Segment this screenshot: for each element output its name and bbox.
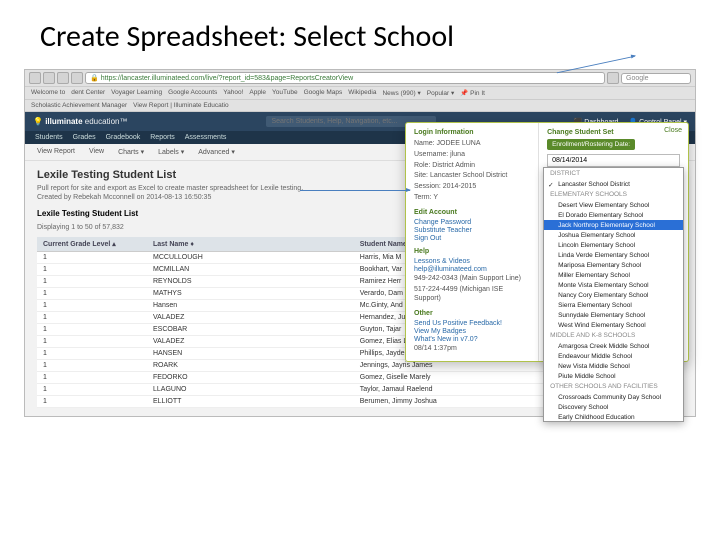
submenu-item[interactable]: View Report xyxy=(37,148,75,156)
dropdown-item[interactable]: Early Childhood Education xyxy=(544,412,683,422)
submenu-item[interactable]: Charts ▾ xyxy=(118,148,144,156)
whatsnew-link[interactable]: What's New in v7.0? xyxy=(414,336,530,343)
dropdown-item[interactable]: New Vista Middle School xyxy=(544,361,683,371)
back-button[interactable] xyxy=(29,72,41,84)
login-term: Term: Y xyxy=(414,193,530,203)
change-password-link[interactable]: Change Password xyxy=(414,219,530,226)
login-role: Role: District Admin xyxy=(414,161,530,171)
bookmark-item[interactable]: Popular ▾ xyxy=(427,89,454,97)
logo: 💡 illuminate education™ xyxy=(33,117,127,126)
menu-item[interactable]: Students xyxy=(35,134,63,141)
login-username: Username: jluna xyxy=(414,150,530,160)
dropdown-item[interactable]: Sierra Elementary School xyxy=(544,300,683,310)
enroll-label: Enrollment/Rostering Date: xyxy=(547,139,635,150)
dropdown-header: DISTRICT xyxy=(544,168,683,179)
slide-title: Create Spreadsheet: Select School xyxy=(0,0,720,69)
dropdown-item[interactable]: Lincoln Elementary School xyxy=(544,240,683,250)
bookmark-item[interactable]: Voyager Learning xyxy=(111,89,162,97)
menu-item[interactable]: Reports xyxy=(150,134,175,141)
bookmark-item[interactable]: 📌 Pin It xyxy=(460,89,485,97)
browser-window: 🔒https://lancaster.illuminateed.com/live… xyxy=(24,69,696,417)
other-header: Other xyxy=(414,310,530,317)
dropdown-item[interactable]: Desert View Elementary School xyxy=(544,200,683,210)
forward-button[interactable] xyxy=(43,72,55,84)
date-input[interactable] xyxy=(547,154,680,167)
dropdown-item[interactable]: West Wind Elementary School xyxy=(544,320,683,330)
dropdown-item[interactable]: Miller Elementary School xyxy=(544,270,683,280)
display-count: Displaying 1 to 50 of 57,832 xyxy=(37,224,124,231)
login-info-header: Login Information xyxy=(414,129,530,136)
school-dropdown[interactable]: DISTRICTLancaster School DistrictELEMENT… xyxy=(543,167,684,422)
url-text: https://lancaster.illuminateed.com/live/… xyxy=(101,75,353,82)
bookmark-item[interactable]: News (990) ▾ xyxy=(382,89,420,97)
menu-item[interactable]: Gradebook xyxy=(106,134,141,141)
help-header: Help xyxy=(414,248,530,255)
dropdown-item[interactable]: Lancaster School District xyxy=(544,179,683,189)
bookmark-item[interactable]: Google Maps xyxy=(304,89,343,97)
bookmark-item[interactable]: YouTube xyxy=(272,89,298,97)
dropdown-item[interactable]: Mariposa Elementary School xyxy=(544,260,683,270)
lessons-link[interactable]: Lessons & Videos xyxy=(414,258,530,265)
reload-button[interactable] xyxy=(607,72,619,84)
dropdown-item[interactable]: Joshua Elementary School xyxy=(544,230,683,240)
feedback-link[interactable]: Send Us Positive Feedback! xyxy=(414,320,530,327)
login-name: Name: JODEE LUNA xyxy=(414,139,530,149)
dropdown-item[interactable]: Endeavour Middle School xyxy=(544,351,683,361)
add-button[interactable] xyxy=(71,72,83,84)
dropdown-item[interactable]: Sunnydale Elementary School xyxy=(544,310,683,320)
menu-item[interactable]: Assessments xyxy=(185,134,227,141)
dropdown-item[interactable]: Amargosa Creek Middle School xyxy=(544,341,683,351)
col-grade[interactable]: Current Grade Level ▴ xyxy=(37,237,147,252)
help-email[interactable]: help@illuminateed.com xyxy=(414,266,530,273)
dropdown-item[interactable]: Piute Middle School xyxy=(544,371,683,381)
tab-item[interactable]: Scholastic Achievement Manager xyxy=(31,102,127,109)
badges-link[interactable]: View My Badges xyxy=(414,328,530,335)
bookmark-item[interactable]: Yahoo! xyxy=(223,89,243,97)
dropdown-item[interactable]: Nancy Cory Elementary School xyxy=(544,290,683,300)
dropdown-header: ELEMENTARY SCHOOLS xyxy=(544,189,683,200)
url-bar[interactable]: 🔒https://lancaster.illuminateed.com/live… xyxy=(85,72,605,84)
dropdown-item[interactable]: Discovery School xyxy=(544,402,683,412)
browser-search[interactable]: Google xyxy=(621,73,691,84)
dropdown-item[interactable]: El Dorado Elementary School xyxy=(544,210,683,220)
menu-item[interactable]: Grades xyxy=(73,134,96,141)
bookmark-item[interactable]: Google Accounts xyxy=(168,89,217,97)
login-session: Session: 2014-2015 xyxy=(414,182,530,192)
submenu-item[interactable]: View xyxy=(89,148,104,156)
tab-item[interactable]: View Report | Illuminate Educatio xyxy=(133,102,229,109)
edit-account-header: Edit Account xyxy=(414,209,530,216)
submenu-item[interactable]: Advanced ▾ xyxy=(198,148,235,156)
phone2: 517-224-4499 (Michigan ISE Support) xyxy=(414,285,530,305)
col-lastname[interactable]: Last Name ♦ xyxy=(147,237,354,252)
bookmark-item[interactable]: Wikipedia xyxy=(348,89,376,97)
phone1: 949-242-0343 (Main Support Line) xyxy=(414,274,530,284)
bookmarks-bar: Welcome to dent Center Voyager Learning Goo… xyxy=(25,87,695,100)
dropdown-item[interactable]: Monte Vista Elementary School xyxy=(544,280,683,290)
dropdown-header: OTHER SCHOOLS AND FACILITIES xyxy=(544,381,683,392)
substitute-link[interactable]: Substitute Teacher xyxy=(414,227,530,234)
bookmark-item[interactable]: dent Center xyxy=(71,89,105,97)
annotation-arrow xyxy=(300,190,410,191)
change-set-header: Change Student Set xyxy=(547,129,680,136)
browser-toolbar: 🔒https://lancaster.illuminateed.com/live… xyxy=(25,70,695,87)
time: 08/14 1:37pm xyxy=(414,344,530,354)
tabs-bar: Scholastic Achievement Manager View Repor… xyxy=(25,100,695,112)
dropdown-item[interactable]: Linda Verde Elementary School xyxy=(544,250,683,260)
submenu-item[interactable]: Labels ▾ xyxy=(158,148,184,156)
login-site: Site: Lancaster School District xyxy=(414,171,530,181)
bookmark-item[interactable]: Apple xyxy=(249,89,266,97)
dropdown-header: MIDDLE AND K-8 SCHOOLS xyxy=(544,330,683,341)
signout-link[interactable]: Sign Out xyxy=(414,235,530,242)
dropdown-item[interactable]: Jack Northrop Elementary School xyxy=(544,220,683,230)
home-button[interactable] xyxy=(57,72,69,84)
dropdown-item[interactable]: Crossroads Community Day School xyxy=(544,392,683,402)
bookmark-item[interactable]: Welcome to xyxy=(31,89,65,97)
lock-icon: 🔒 xyxy=(90,75,99,82)
control-panel-popover: Login Information Name: JODEE LUNA Usern… xyxy=(405,122,689,362)
close-button[interactable]: Close xyxy=(664,127,682,134)
